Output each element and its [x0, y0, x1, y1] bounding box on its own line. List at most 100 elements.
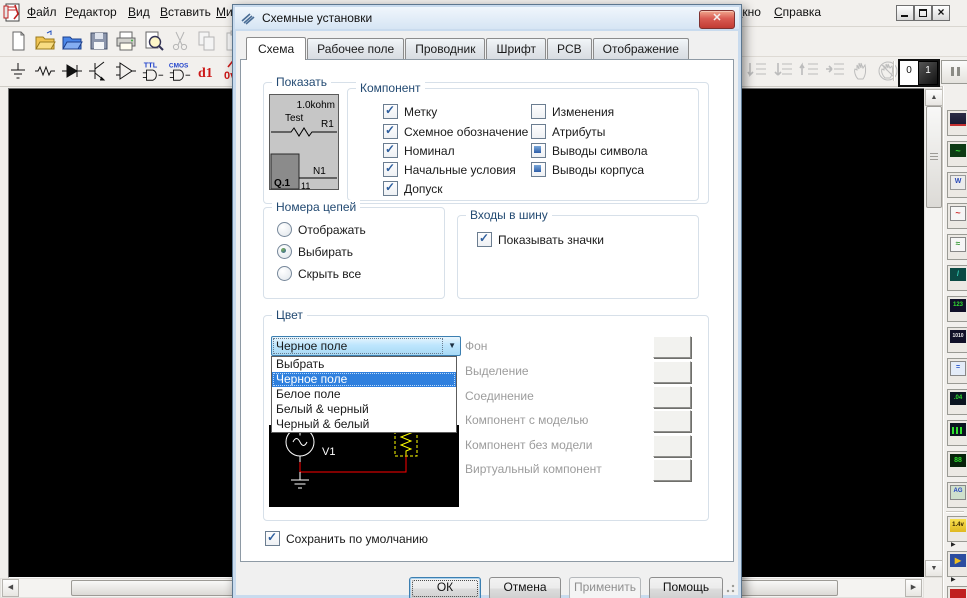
basic-group-icon[interactable]: [33, 59, 57, 83]
scroll-up-icon[interactable]: ▲: [925, 89, 943, 106]
run-simulation-switch[interactable]: 0 1: [898, 59, 940, 87]
tab-visibility[interactable]: Отображение: [593, 38, 689, 59]
radio-hide-all[interactable]: Скрыть все: [277, 266, 361, 281]
step-list-icon-1[interactable]: [746, 59, 770, 83]
multimeter-icon[interactable]: [947, 110, 967, 136]
component-with-model-button[interactable]: [653, 410, 691, 432]
menu-view[interactable]: Вид: [128, 5, 150, 19]
checkbox-save-as-default[interactable]: Сохранить по умолчанию: [265, 531, 428, 546]
virtual-component-button[interactable]: [653, 459, 691, 481]
background-color-button[interactable]: [653, 336, 691, 358]
checkbox-footprint-pins[interactable]: Выводы корпуса: [531, 162, 644, 177]
function-generator-icon[interactable]: ~: [947, 141, 967, 167]
vertical-scroll-thumb[interactable]: [926, 106, 942, 208]
component-without-model-button[interactable]: [653, 435, 691, 457]
sources-group-icon[interactable]: [6, 59, 30, 83]
word-generator-icon[interactable]: 1010: [947, 327, 967, 353]
cut-icon[interactable]: [168, 29, 192, 53]
checkbox-show-bus-labels[interactable]: Показывать значки: [477, 232, 604, 247]
open-folder-icon[interactable]: [60, 29, 84, 53]
copy-icon[interactable]: [195, 29, 219, 53]
tab-workspace[interactable]: Рабочее поле: [307, 38, 404, 59]
pause-simulation-button[interactable]: [941, 60, 967, 84]
selection-color-button[interactable]: [653, 361, 691, 383]
new-file-icon[interactable]: [6, 29, 30, 53]
ttl-group-icon[interactable]: TTL: [141, 59, 165, 83]
labview-dropdown-arrow-icon[interactable]: ▶: [951, 576, 956, 583]
menu-insert[interactable]: Вставить: [160, 5, 211, 19]
analog-group-icon[interactable]: [114, 59, 138, 83]
checkbox-value[interactable]: Номинал: [383, 143, 455, 158]
spectrum-analyzer-icon[interactable]: 88: [947, 451, 967, 477]
restore-icon[interactable]: [914, 5, 932, 21]
menu-clipped[interactable]: Ми: [216, 5, 233, 19]
scroll-right-icon[interactable]: ▶: [905, 579, 922, 597]
dropdown-option-custom[interactable]: Выбрать: [272, 357, 456, 372]
step-list-icon-4[interactable]: [824, 59, 848, 83]
checkbox-refdes[interactable]: Схемное обозначение: [383, 124, 528, 139]
distortion-analyzer-icon[interactable]: [947, 420, 967, 446]
print-icon[interactable]: [114, 29, 138, 53]
checkbox-text: Изменения: [552, 105, 614, 119]
checkbox-tolerance[interactable]: Допуск: [383, 181, 443, 196]
wire-color-button[interactable]: [653, 386, 691, 408]
hand-blocked-icon[interactable]: [876, 59, 900, 83]
open-file-icon[interactable]: [33, 29, 57, 53]
radio-show-all[interactable]: Отображать: [277, 222, 366, 237]
digital-group-icon[interactable]: d1: [195, 59, 219, 83]
dialog-close-icon[interactable]: ✕: [699, 10, 735, 29]
iv-analyzer-icon[interactable]: .04: [947, 389, 967, 415]
tab-wiring[interactable]: Проводник: [405, 38, 485, 59]
save-icon[interactable]: [87, 29, 111, 53]
close-icon[interactable]: ×: [932, 5, 950, 21]
color-scheme-combobox[interactable]: Черное поле ▼: [271, 336, 461, 356]
step-list-icon-3[interactable]: [798, 59, 822, 83]
radio-use-specific[interactable]: Выбирать: [277, 244, 353, 259]
four-channel-oscilloscope-icon[interactable]: ≈: [947, 234, 967, 260]
tab-schema[interactable]: Схема: [246, 37, 306, 60]
cancel-button[interactable]: Отмена: [489, 577, 561, 598]
step-list-icon-2[interactable]: [772, 59, 796, 83]
dropdown-option-white-bg[interactable]: Белое поле: [272, 387, 456, 402]
help-button[interactable]: Помощь: [649, 577, 723, 598]
dropdown-option-black-white[interactable]: Черный & белый: [272, 417, 456, 432]
chevron-down-icon[interactable]: ▼: [448, 337, 456, 355]
minimize-icon[interactable]: [896, 5, 914, 21]
cmos-group-icon[interactable]: CMOS: [168, 59, 192, 83]
scroll-down-icon[interactable]: ▼: [925, 560, 943, 577]
frequency-counter-icon[interactable]: 123: [947, 296, 967, 322]
checkbox-text: Выводы корпуса: [552, 163, 644, 177]
hand-icon[interactable]: [850, 59, 874, 83]
tab-pcb[interactable]: PCB: [547, 38, 592, 59]
ok-button[interactable]: ОК: [409, 577, 481, 598]
menu-edit[interactable]: Редактор: [65, 5, 117, 19]
transistors-group-icon[interactable]: [87, 59, 111, 83]
apply-button[interactable]: Применить: [569, 577, 641, 598]
agilent-oscilloscope-icon[interactable]: AG: [947, 482, 967, 508]
dropdown-option-black-bg[interactable]: Черное поле: [272, 372, 456, 387]
checkbox-variants[interactable]: Изменения: [531, 104, 614, 119]
print-preview-icon[interactable]: [141, 29, 165, 53]
checkbox-label[interactable]: Метку: [383, 104, 437, 119]
diodes-group-icon[interactable]: [60, 59, 84, 83]
menu-help[interactable]: Справка: [774, 5, 821, 19]
tab-font[interactable]: Шрифт: [486, 38, 545, 59]
current-probe-icon[interactable]: [947, 586, 967, 598]
measurement-probe-icon[interactable]: 1.4v: [947, 516, 967, 542]
resize-grip[interactable]: [726, 584, 735, 593]
bode-plotter-icon[interactable]: /: [947, 265, 967, 291]
checkbox-symbol-pins[interactable]: Выводы символа: [531, 143, 648, 158]
probe-dropdown-arrow-icon[interactable]: ▶: [951, 541, 956, 548]
checkbox-initial-conditions[interactable]: Начальные условия: [383, 162, 516, 177]
menu-file[interactable]: Файл: [27, 5, 57, 19]
logic-analyzer-icon[interactable]: =: [947, 358, 967, 384]
scroll-left-icon[interactable]: ◀: [2, 579, 19, 597]
dropdown-option-white-black[interactable]: Белый & черный: [272, 402, 456, 417]
virtual-component-label: Виртуальный компонент: [465, 462, 602, 476]
vertical-scrollbar[interactable]: ▲ ▼: [924, 88, 944, 578]
dialog-title-bar[interactable]: Схемные установки ✕: [235, 7, 739, 29]
wattmeter-icon[interactable]: W: [947, 172, 967, 198]
checkbox-attributes[interactable]: Атрибуты: [531, 124, 605, 139]
oscilloscope-icon[interactable]: ~: [947, 203, 967, 229]
labview-instrument-icon[interactable]: ▶: [947, 551, 967, 577]
